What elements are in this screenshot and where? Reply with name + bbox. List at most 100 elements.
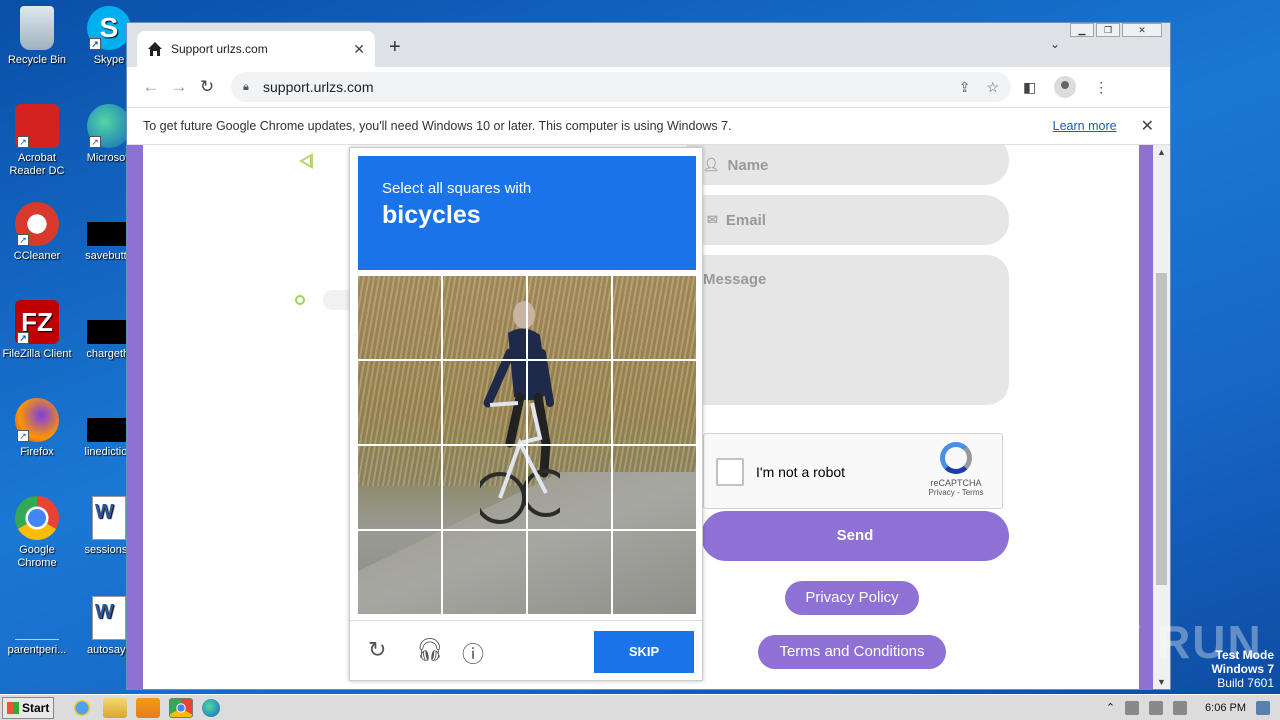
scrollbar-thumb[interactable] [1156,273,1167,585]
challenge-image-grid [358,276,696,614]
grid-tile[interactable] [528,361,613,446]
edge-icon: ↗ [87,104,131,148]
chrome-icon [15,496,59,540]
recaptcha-icon [940,442,972,474]
desktop-icon-recycle-bin[interactable]: Recycle Bin [0,6,74,67]
grid-tile[interactable] [613,361,696,446]
chevron-down-icon[interactable]: ⌄ [1050,37,1060,51]
recaptcha-checkbox[interactable] [716,458,744,486]
infobar-close-icon[interactable]: ✕ [1141,116,1154,136]
decorative-triangle [299,153,313,169]
challenge-target: bicycles [382,201,481,229]
grid-tile[interactable] [358,361,443,446]
forward-icon[interactable]: → [165,77,193,97]
clock[interactable]: 6:06 PM [1205,702,1246,714]
minimize-icon[interactable]: ▁ [1070,23,1094,37]
new-tab-icon[interactable]: + [389,36,401,59]
grid-tile[interactable] [358,446,443,531]
skip-button[interactable]: SKIP [594,631,694,673]
tab-title: Support urlzs.com [171,42,268,56]
grid-tile[interactable] [443,446,528,531]
ccleaner-icon: ↗ [15,202,59,246]
send-button[interactable]: Send [701,511,1009,561]
desktop-icon-label: Recycle Bin [7,54,67,66]
info-icon[interactable]: ⓘ [462,637,484,669]
skype-icon: S ↗ [87,6,131,50]
scroll-down-icon[interactable]: ▼ [1157,677,1166,687]
desktop-icon-ccleaner[interactable]: ↗ CCleaner [0,202,74,263]
desktop-icon-label: CCleaner [13,250,61,262]
scroll-up-icon[interactable]: ▲ [1157,147,1166,157]
learn-more-link[interactable]: Learn more [1053,119,1117,133]
infobar-text: To get future Google Chrome updates, you… [143,119,732,133]
close-icon[interactable]: ✕ [1122,23,1162,37]
side-panel-icon[interactable]: ◧ [1023,79,1036,96]
desktop-icon-parentperi[interactable]: parentperi... [0,596,74,657]
explorer-folder-icon[interactable] [103,697,127,718]
address-bar[interactable]: 🔒︎ support.urlzs.com ⇪ ☆ [231,72,1011,102]
desktop-icon-firefox[interactable]: ↗ Firefox [0,398,74,459]
page-scrollbar[interactable]: ▲ ▼ [1153,145,1170,689]
recaptcha-links[interactable]: Privacy - Terms [920,488,992,497]
edge-taskbar-icon[interactable] [202,698,220,717]
name-field[interactable]: 👤︎ Name [683,145,1009,185]
start-button[interactable]: Start [2,696,54,719]
star-icon[interactable]: ☆ [986,79,999,96]
tray-expand-icon[interactable]: ⌃ [1106,701,1115,714]
share-icon[interactable]: ⇪ [959,79,971,96]
reload-challenge-icon[interactable]: ↻ [368,637,386,663]
tab-close-icon[interactable]: ✕ [353,41,365,58]
name-placeholder: Name [727,156,769,174]
desktop-icon-acrobat[interactable]: ↗ Acrobat Reader DC [0,104,74,178]
desktop-icon-label: FileZilla Client [2,348,72,360]
show-desktop-icon[interactable] [1256,700,1270,715]
grid-tile[interactable] [358,276,443,361]
tab-support-urlzs[interactable]: Support urlzs.com ✕ [137,31,375,67]
desktop-icon-filezilla[interactable]: FZ ↗ FileZilla Client [0,300,74,361]
grid-tile[interactable] [613,276,696,361]
grid-tile[interactable] [528,276,613,361]
terms-button[interactable]: Terms and Conditions [758,635,946,669]
grid-tile[interactable] [443,361,528,446]
windows-flag-icon [7,701,19,714]
reload-icon[interactable]: ↻ [193,77,221,97]
file-icon [87,222,131,246]
grid-tile[interactable] [528,531,613,614]
headphones-icon[interactable]: 🎧︎ [416,637,444,663]
decorative-dot [295,295,305,305]
update-infobar: To get future Google Chrome updates, you… [127,107,1170,145]
desktop-icon-label: Google Chrome [17,544,57,569]
ie-icon[interactable] [70,697,94,718]
start-label: Start [22,700,50,715]
browser-toolbar: ← → ↻ 🔒︎ support.urlzs.com ⇪ ☆ ◧ ⋮ [127,67,1170,107]
menu-icon[interactable]: ⋮ [1094,79,1108,96]
system-tray: ⌃ 6:06 PM [1106,700,1280,715]
email-field[interactable]: ✉ Email [683,195,1009,245]
desktop-icon-chrome[interactable]: Google Chrome [0,496,74,570]
grid-tile[interactable] [443,276,528,361]
back-icon[interactable]: ← [137,77,165,97]
email-placeholder: Email [725,211,766,229]
volume-icon[interactable] [1125,700,1140,715]
grid-tile[interactable] [358,531,443,614]
grid-tile[interactable] [613,531,696,614]
grid-tile[interactable] [528,446,613,531]
taskbar: Start ⌃ 6:06 PM [0,694,1280,720]
filezilla-icon: FZ ↗ [15,300,59,344]
grid-tile[interactable] [443,531,528,614]
grid-tile[interactable] [613,446,696,531]
message-field[interactable]: Message [683,255,1009,405]
test-mode-label: Test Mode [1215,648,1274,662]
maximize-icon[interactable]: ❐ [1096,23,1120,37]
challenge-instruction: Select all squares with [382,180,532,197]
chrome-taskbar-icon[interactable] [169,697,193,718]
challenge-footer: ↻ 🎧︎ ⓘ SKIP [350,620,702,680]
privacy-policy-button[interactable]: Privacy Policy [785,581,919,615]
media-player-icon[interactable] [136,697,160,718]
home-icon [148,42,162,56]
action-center-flag-icon[interactable] [1173,700,1188,715]
network-icon[interactable] [1149,700,1164,715]
profile-icon[interactable] [1054,76,1077,98]
recaptcha-brand: reCAPTCHA [930,478,982,488]
os-label: Windows 7 [1211,662,1274,676]
